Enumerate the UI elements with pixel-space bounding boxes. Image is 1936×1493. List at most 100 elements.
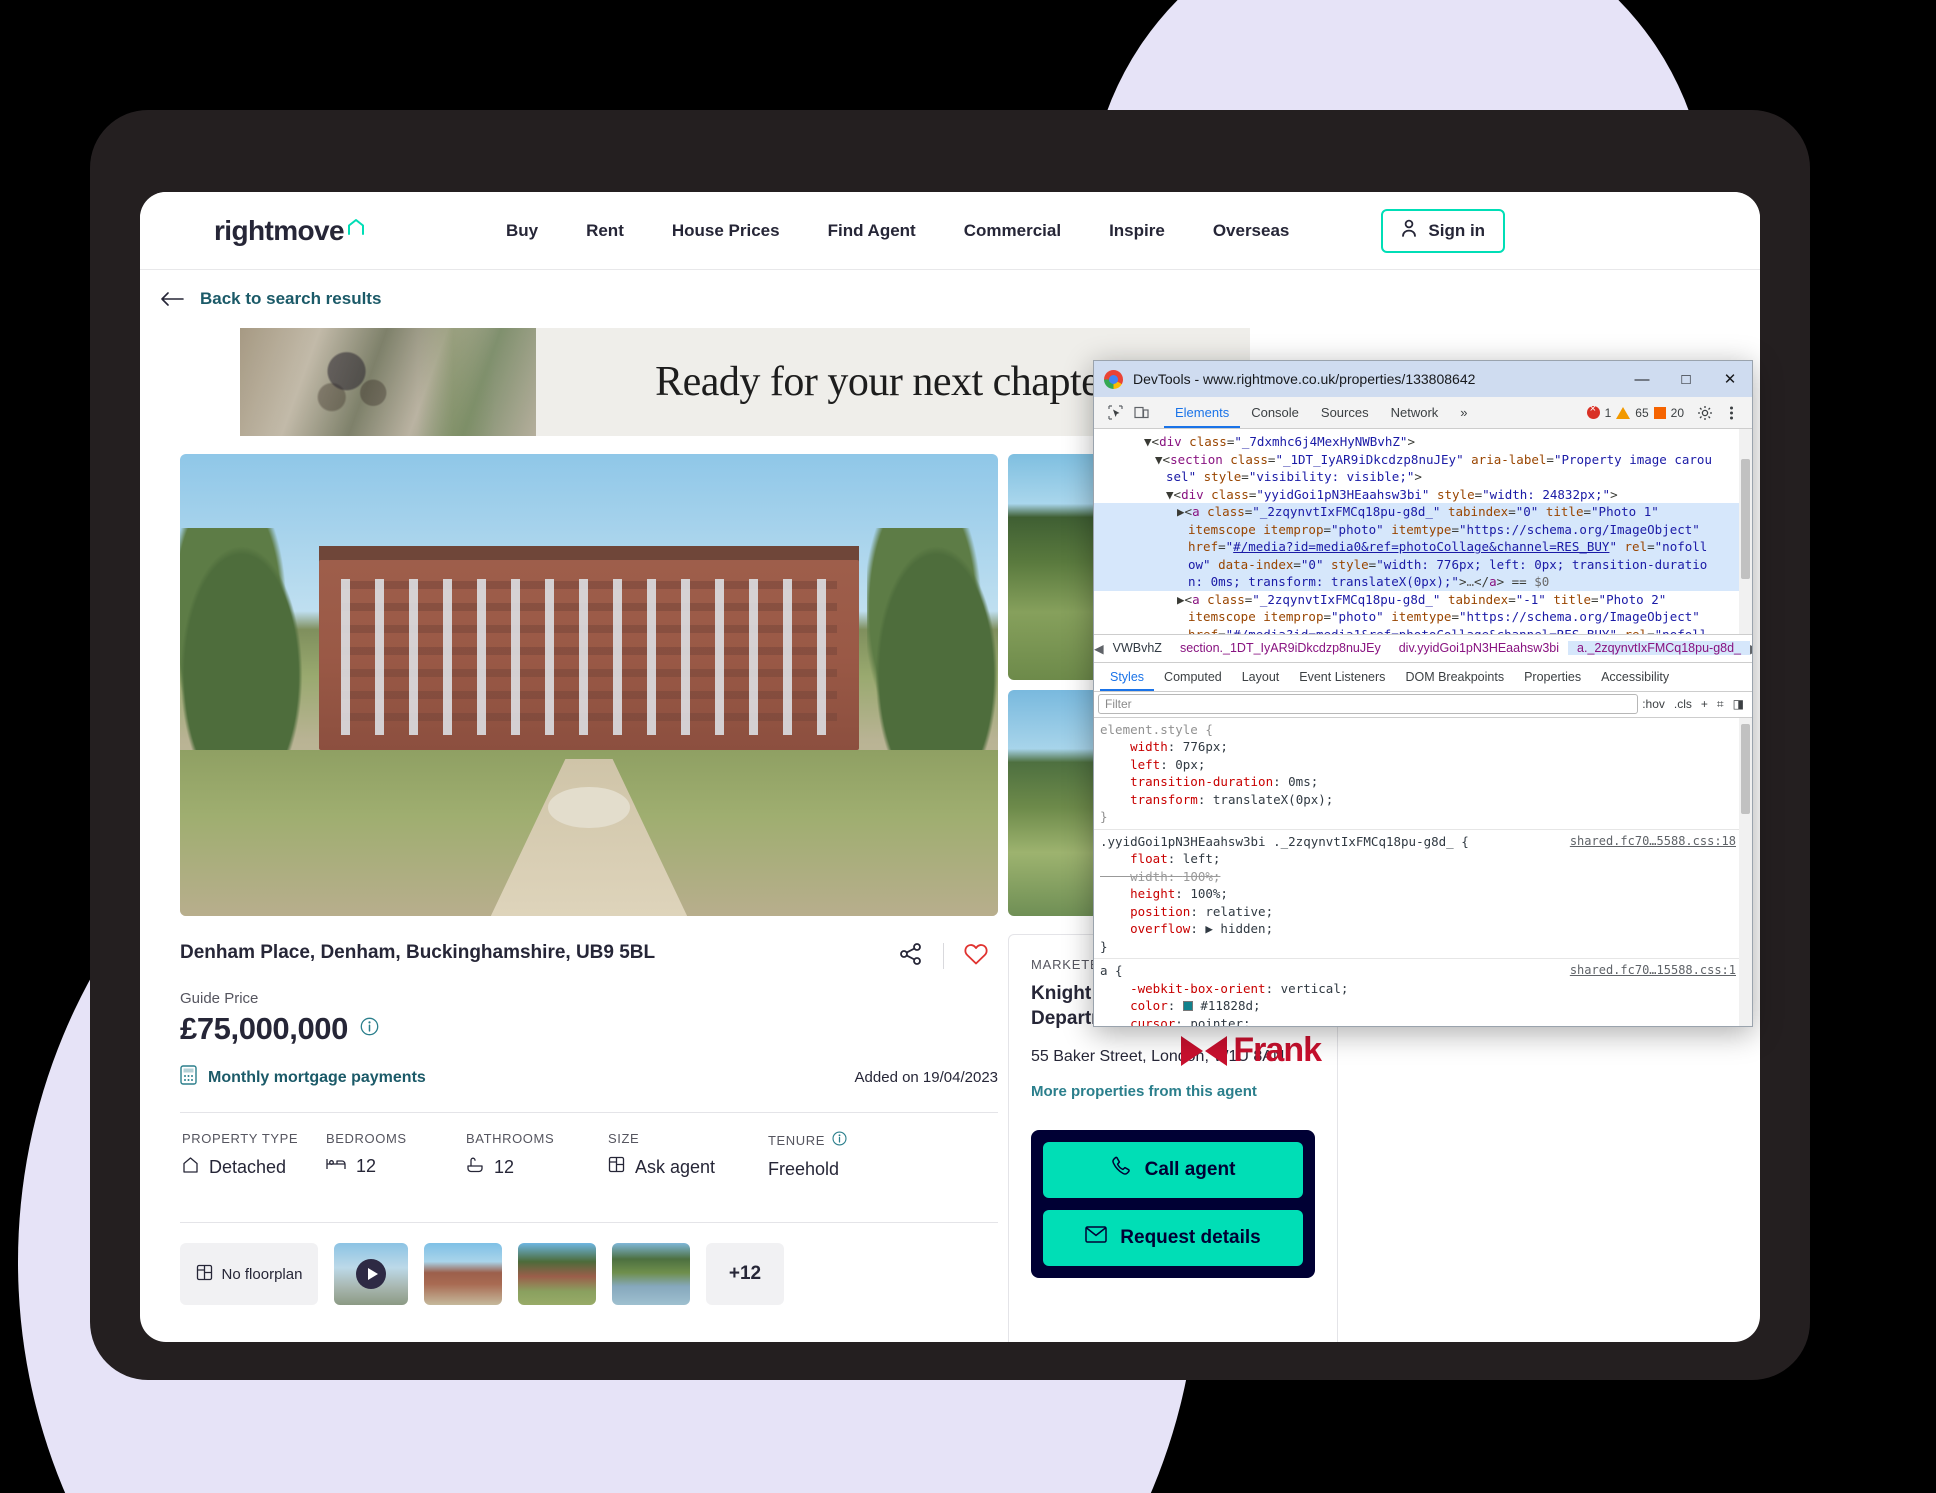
- styles-tab-layout[interactable]: Layout: [1232, 663, 1290, 691]
- dom-tree-line[interactable]: ow" data-index="0" style="width: 776px; …: [1094, 555, 1752, 573]
- breadcrumb-item[interactable]: div.yyidGoi1pN3HEaahsw3bi: [1390, 641, 1568, 655]
- tab-network[interactable]: Network: [1380, 397, 1450, 428]
- hero-photo[interactable]: [180, 454, 998, 916]
- dom-tree-line[interactable]: ▼<div class = "yyidGoi1pN3HEaahsw3bi" styl…: [1094, 486, 1752, 504]
- dom-tree-line[interactable]: itemscope itemprop="photo" itemtype="htt…: [1094, 520, 1752, 538]
- mansion-facade: [319, 560, 859, 750]
- dom-tree-line[interactable]: ▶<a class = "_2zqynvtIxFMCq18pu-g8d_" tabi…: [1094, 591, 1752, 609]
- style-source-link[interactable]: shared.fc70…5588.css:18: [1570, 833, 1736, 851]
- style-declaration[interactable]: left: 0px;: [1094, 756, 1752, 774]
- style-source-link[interactable]: shared.fc70…15588.css:1: [1570, 962, 1736, 980]
- style-declaration[interactable]: height: 100%;: [1094, 885, 1752, 903]
- style-declaration[interactable]: width: 776px;: [1094, 738, 1752, 756]
- dom-tree-line[interactable]: href="#/media?id=media1&ref=photoCollage…: [1094, 626, 1752, 634]
- styles-filter-input[interactable]: Filter: [1098, 694, 1639, 715]
- style-declaration[interactable]: width: 100%;: [1094, 868, 1752, 886]
- nav-item-commercial[interactable]: Commercial: [964, 221, 1061, 241]
- device-toggle-icon[interactable]: [1128, 401, 1154, 425]
- breadcrumb-item[interactable]: VWBvhZ: [1104, 641, 1171, 655]
- inspect-icon[interactable]: [1102, 401, 1128, 425]
- breadcrumb-item[interactable]: section._1DT_IyAR9iDkcdzp8nuJEy: [1171, 641, 1390, 655]
- dom-token-tag: a: [1489, 574, 1497, 589]
- style-declaration[interactable]: overflow: ▶ hidden;: [1094, 920, 1752, 938]
- css-colon: :: [1167, 739, 1183, 755]
- style-declaration[interactable]: cursor: pointer;: [1094, 1015, 1752, 1026]
- styles-tab-properties[interactable]: Properties: [1514, 663, 1591, 691]
- dom-tree-panel[interactable]: ▼<div class="_7dxmhc6j4MexHyNWBvhZ"> ▼<se…: [1094, 429, 1752, 634]
- styles-tab-event-listeners[interactable]: Event Listeners: [1289, 663, 1395, 691]
- favourite-button[interactable]: [954, 938, 998, 974]
- css-property: left: [1100, 756, 1161, 772]
- breadcrumb-scroll-left-icon[interactable]: ◀: [1094, 641, 1104, 656]
- style-declaration[interactable]: color: #11828d;: [1094, 997, 1752, 1015]
- style-rule-selector[interactable]: .yyidGoi1pN3HEaahsw3bi ._2zqynvtIxFMCq18…: [1094, 833, 1752, 851]
- thumbnail-more-count[interactable]: +12: [706, 1243, 784, 1305]
- dom-tree-line[interactable]: ▼<section class = "_1DT_IyAR9iDkcdzp8nuJEy…: [1094, 451, 1752, 469]
- dom-tree-line[interactable]: ▶<a class = "_2zqynvtIxFMCq18pu-g8d_" tabi…: [1094, 503, 1752, 521]
- tab-console[interactable]: Console: [1240, 397, 1310, 428]
- styles-tab-dom-breakpoints[interactable]: DOM Breakpoints: [1395, 663, 1514, 691]
- dom-tree-line[interactable]: href="#/media?id=media0&ref=photoCollage…: [1094, 538, 1752, 556]
- sign-in-button[interactable]: Sign in: [1381, 208, 1506, 253]
- filter-tool[interactable]: :hov: [1642, 697, 1665, 711]
- styles-tab-styles[interactable]: Styles: [1100, 663, 1154, 691]
- monthly-mortgage-link[interactable]: Monthly mortgage payments: [180, 1065, 426, 1090]
- breadcrumb-scroll-right-icon[interactable]: ▶: [1750, 641, 1752, 656]
- nav-item-rent[interactable]: Rent: [586, 221, 624, 241]
- styles-tab-computed[interactable]: Computed: [1154, 663, 1232, 691]
- style-declaration[interactable]: -webkit-box-orient: vertical;: [1094, 980, 1752, 998]
- styles-panel[interactable]: element.style { width: 776px; left: 0px;…: [1094, 717, 1752, 1026]
- color-swatch-icon[interactable]: [1182, 1001, 1193, 1012]
- style-declaration[interactable]: float: left;: [1094, 850, 1752, 868]
- nav-item-inspire[interactable]: Inspire: [1109, 221, 1165, 241]
- thumbnail-no-floorplan[interactable]: No floorplan: [180, 1243, 318, 1305]
- nav-item-overseas[interactable]: Overseas: [1213, 221, 1290, 241]
- nav-item-find-agent[interactable]: Find Agent: [828, 221, 916, 241]
- dom-breadcrumb-bar[interactable]: ◀ VWBvhZ section._1DT_IyAR9iDkcdzp8nuJEy d…: [1094, 633, 1752, 662]
- style-declaration[interactable]: position: relative;: [1094, 903, 1752, 921]
- style-rule-selector[interactable]: element.style {: [1094, 721, 1752, 739]
- property-attributes: PROPERTY TYPE Detached BEDROOMS 12 BATHR…: [180, 1113, 998, 1200]
- kebab-menu-icon[interactable]: [1718, 401, 1744, 425]
- thumbnail-photo-1[interactable]: [424, 1243, 502, 1305]
- dom-token-attr: itemscope: [1188, 609, 1256, 624]
- tab-more-panels[interactable]: »: [1449, 397, 1478, 428]
- filter-tool[interactable]: +: [1701, 697, 1708, 711]
- mortgage-row: Monthly mortgage payments Added on 19/04…: [180, 1065, 998, 1090]
- thumbnail-video[interactable]: [334, 1243, 408, 1305]
- thumbnail-photo-2[interactable]: [518, 1243, 596, 1305]
- gear-icon[interactable]: [1692, 401, 1718, 425]
- issue-counters[interactable]: 1 65 20: [1586, 403, 1684, 420]
- style-declaration[interactable]: transition-duration: 0ms;: [1094, 773, 1752, 791]
- breadcrumb-item[interactable]: a._2zqynvtIxFMCq18pu-g8d_: [1568, 641, 1750, 656]
- dom-token-link[interactable]: #/media?id=media0&ref=photoCollage&chann…: [1233, 539, 1609, 554]
- nav-item-house-prices[interactable]: House Prices: [672, 221, 780, 241]
- nav-item-buy[interactable]: Buy: [506, 221, 538, 241]
- filter-tool[interactable]: .cls: [1674, 697, 1692, 711]
- share-button[interactable]: [889, 938, 933, 974]
- style-rule-selector[interactable]: a {shared.fc70…15588.css:1: [1094, 962, 1752, 980]
- dom-tree-line[interactable]: n: 0ms; transform: translateX(0px);" > …</…: [1094, 573, 1752, 591]
- dom-token-link[interactable]: #/media?id=media1&ref=photoCollage&chann…: [1233, 627, 1609, 634]
- tab-sources[interactable]: Sources: [1310, 397, 1380, 428]
- maximize-button[interactable]: □: [1664, 361, 1708, 397]
- info-icon[interactable]: [832, 1131, 847, 1149]
- request-details-button[interactable]: Request details: [1043, 1209, 1303, 1266]
- call-agent-button[interactable]: Call agent: [1043, 1141, 1303, 1198]
- filter-tool[interactable]: ⌗: [1717, 697, 1724, 712]
- more-properties-link[interactable]: More properties from this agent: [1031, 1083, 1315, 1100]
- tab-elements[interactable]: Elements: [1164, 397, 1240, 428]
- dom-tree-line[interactable]: ▼<div class="_7dxmhc6j4MexHyNWBvhZ">: [1094, 433, 1752, 451]
- info-icon[interactable]: [360, 1017, 379, 1041]
- back-to-search-bar[interactable]: Back to search results: [140, 270, 1760, 328]
- close-button[interactable]: ✕: [1708, 361, 1752, 397]
- minimize-button[interactable]: —: [1620, 361, 1664, 397]
- style-declaration[interactable]: transform: translateX(0px);: [1094, 791, 1752, 809]
- thumbnail-photo-3[interactable]: [612, 1243, 690, 1305]
- dom-tree-line[interactable]: itemscope itemprop="photo" itemtype="htt…: [1094, 608, 1752, 626]
- styles-tab-accessibility[interactable]: Accessibility: [1591, 663, 1679, 691]
- dom-scrollbar[interactable]: [1739, 429, 1752, 634]
- filter-tool[interactable]: ◨: [1733, 697, 1744, 711]
- dom-tree-line[interactable]: sel" style="visibility: visible;">: [1094, 468, 1752, 486]
- rightmove-logo[interactable]: rightmove: [214, 216, 366, 245]
